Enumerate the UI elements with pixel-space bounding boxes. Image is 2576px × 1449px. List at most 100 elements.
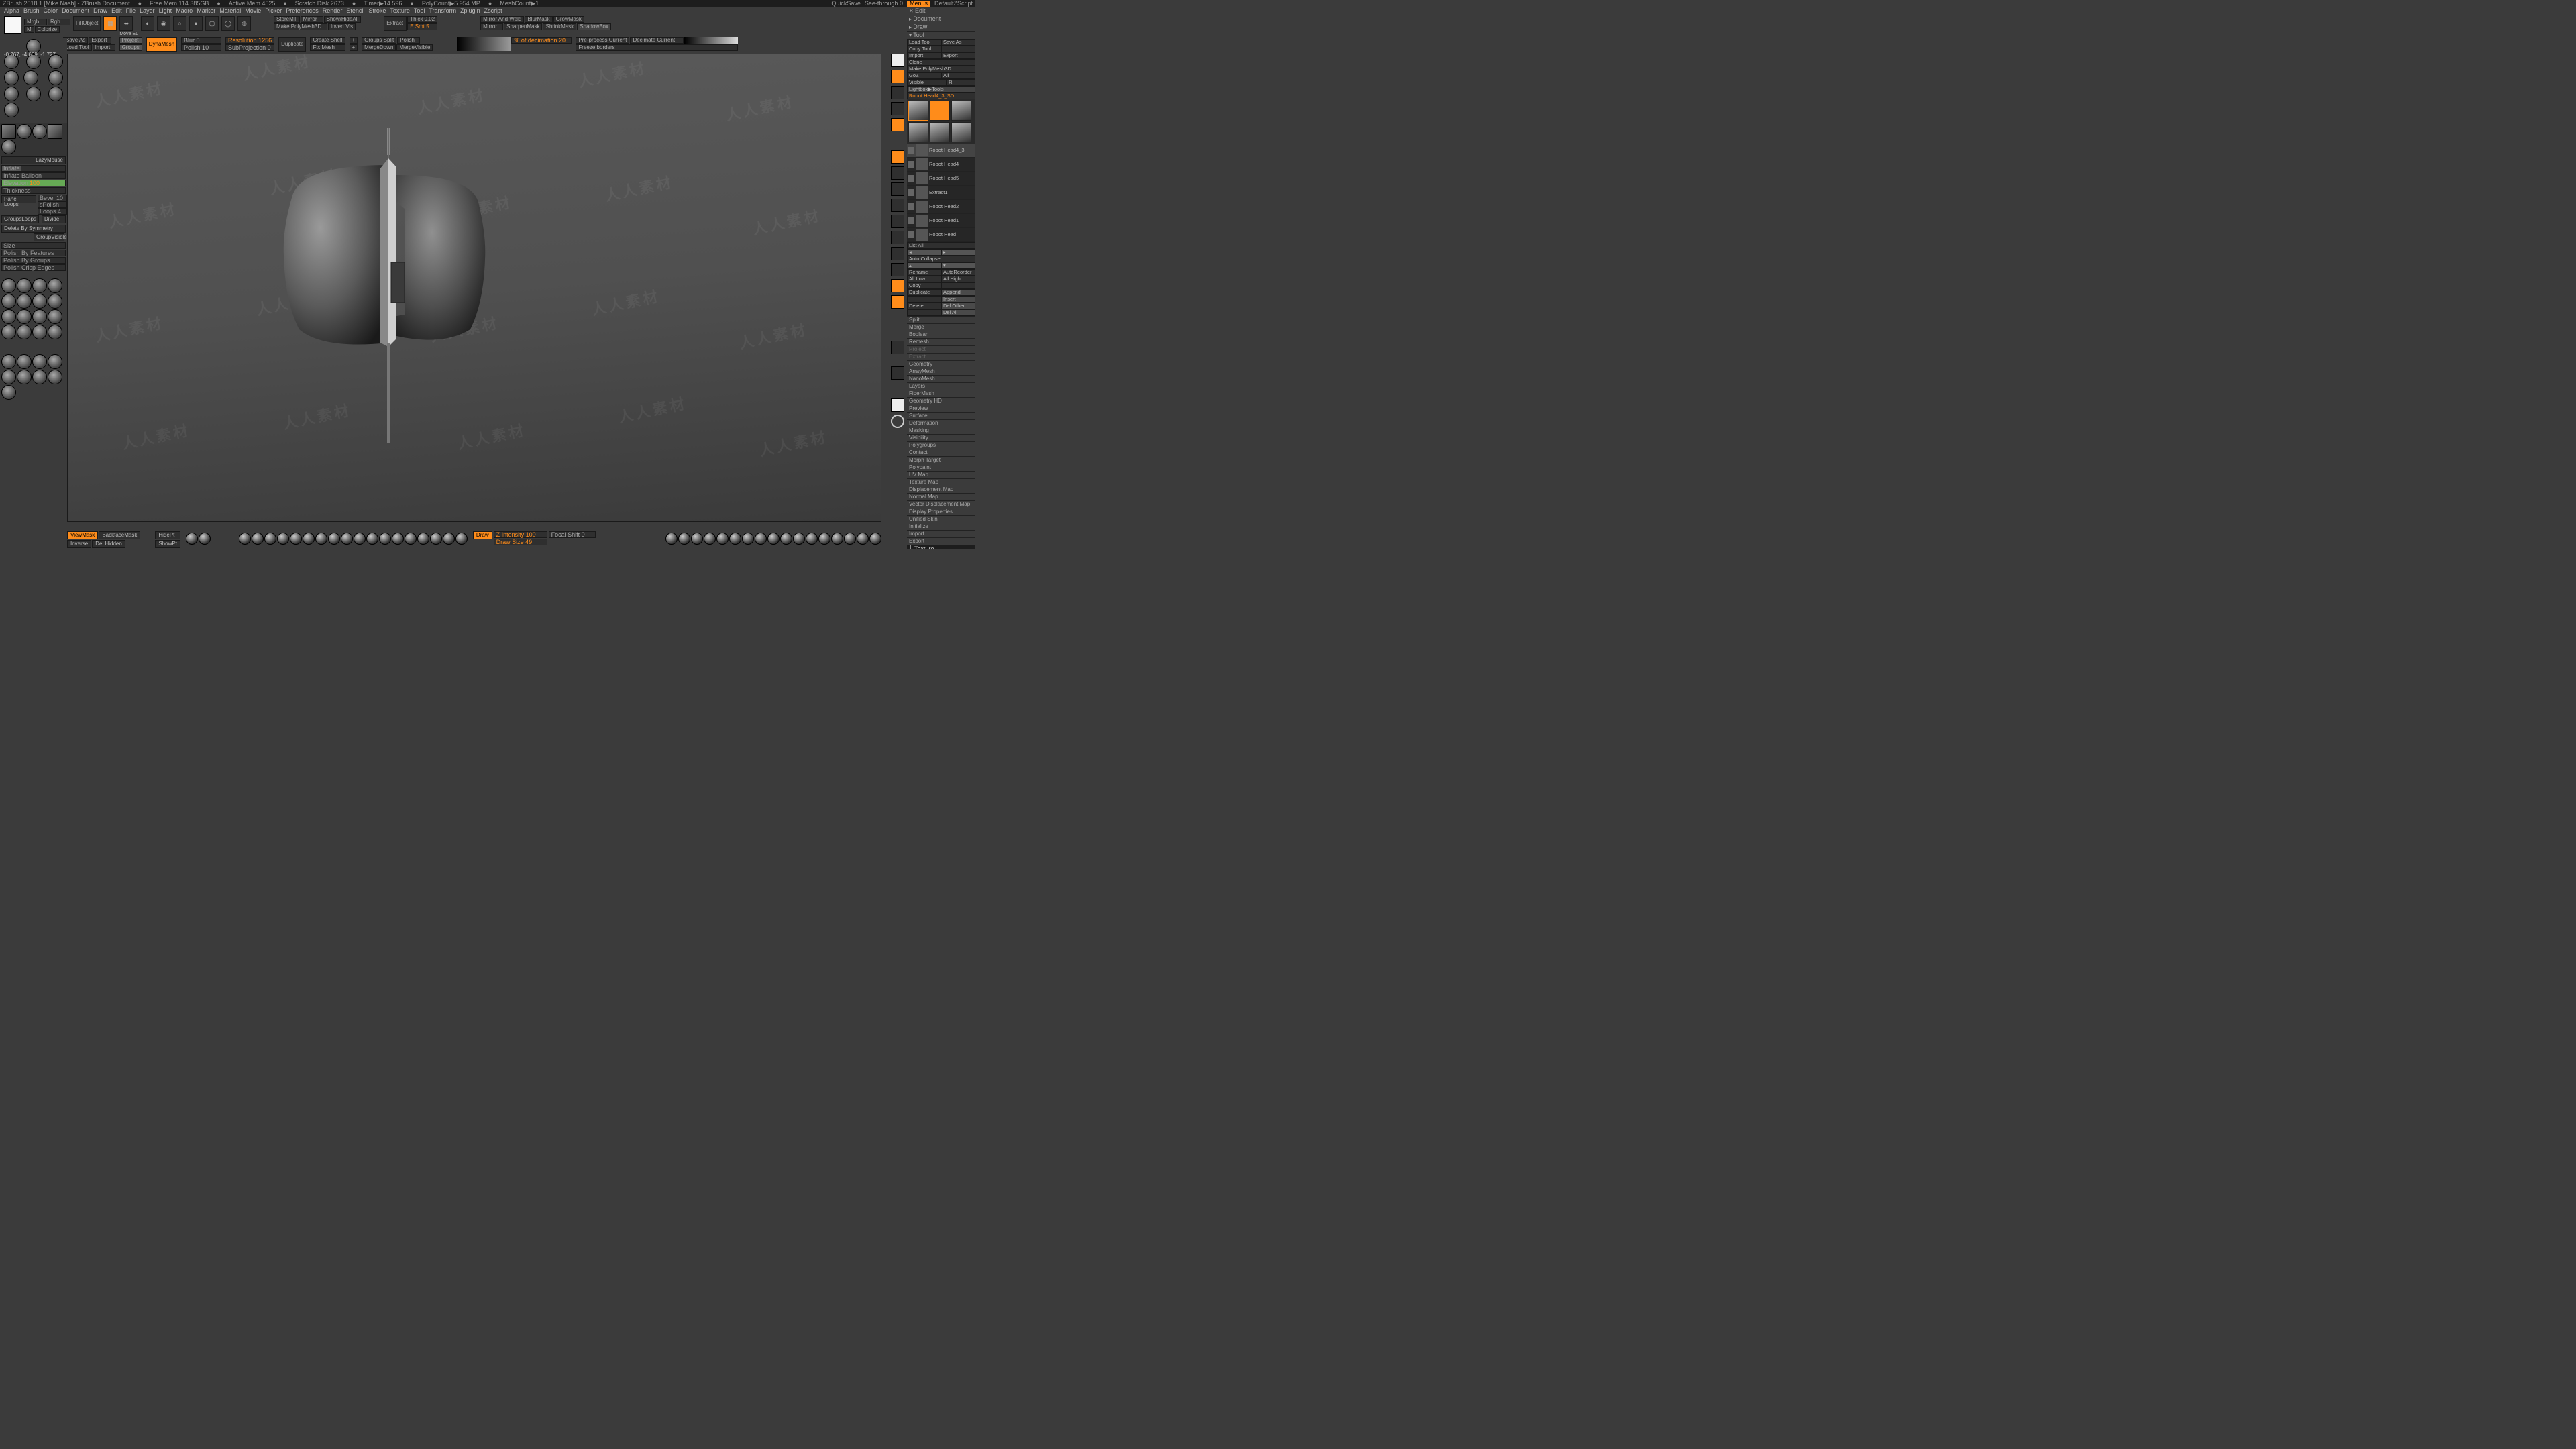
copytool-btn[interactable]: Copy Tool [907, 46, 941, 52]
panel-preview[interactable]: Preview [907, 405, 975, 412]
eye-icon[interactable] [908, 147, 914, 154]
append-btn[interactable]: Append [941, 289, 975, 296]
groupvisible-button[interactable]: GroupVisible [34, 233, 64, 241]
storemt-button[interactable]: StoreMT [274, 16, 300, 23]
growmask-button[interactable]: GrowMask [553, 16, 584, 23]
brush-trimlas[interactable] [32, 309, 47, 324]
panel-export[interactable]: Export [907, 537, 975, 545]
export-btn[interactable]: Export [941, 52, 975, 59]
hidept-btn[interactable]: HidePt [155, 531, 180, 539]
polish-crisp-slider[interactable]: Polish Crisp Edges [1, 264, 66, 271]
gizmo-move[interactable] [1, 124, 16, 139]
texture-header[interactable]: │ Texture [907, 545, 975, 549]
subtool-row[interactable]: Robot Head4 [907, 158, 975, 172]
menu-stencil[interactable]: Stencil [346, 8, 364, 14]
bottom-ball[interactable] [780, 533, 792, 545]
brush-slicecur[interactable] [17, 278, 32, 293]
eye-icon[interactable] [908, 217, 914, 224]
draw-header[interactable]: ▸ Draw [907, 23, 975, 31]
local-icon[interactable] [891, 118, 904, 131]
brush-clipcur[interactable] [48, 278, 62, 293]
mergevisible-button[interactable]: MergeVisible [396, 44, 433, 51]
quicksave[interactable]: QuickSave [831, 1, 861, 7]
bottom-brush[interactable] [328, 533, 340, 545]
paste-btn[interactable] [941, 282, 975, 289]
brush-trimrec[interactable] [17, 309, 32, 324]
menu-file[interactable]: File [126, 8, 136, 14]
goz-btn[interactable]: GoZ [907, 72, 941, 79]
draw-btn[interactable]: Draw [473, 531, 492, 539]
panel-vector-displacement-map[interactable]: Vector Displacement Map [907, 500, 975, 508]
elevation-slider[interactable]: Elevation 100 [1, 180, 66, 186]
mrgb-button[interactable]: Mrgb [24, 19, 47, 25]
subtool-row[interactable]: Robot Head5 [907, 172, 975, 186]
menu-stroke[interactable]: Stroke [368, 8, 386, 14]
brush-smooth1[interactable] [32, 325, 47, 339]
export-button[interactable]: Export [89, 37, 111, 44]
mirror-weld-button[interactable]: Mirror And Weld [480, 16, 524, 23]
bottom-ball[interactable] [199, 533, 211, 545]
tool-name[interactable]: Robot Head4_3_SD [907, 93, 975, 99]
visible-btn[interactable]: Visible [907, 79, 947, 86]
zrock-icon[interactable] [891, 263, 904, 276]
document-header[interactable]: ▸ Document [907, 15, 975, 23]
bottom-brush[interactable] [417, 533, 429, 545]
polish-button[interactable]: Polish [397, 37, 420, 44]
color-swatch[interactable] [4, 16, 21, 34]
panel-geometry[interactable]: Geometry [907, 360, 975, 368]
rgb-button[interactable]: Rgb [48, 19, 70, 25]
delother-btn[interactable]: Del Other [941, 303, 975, 309]
loadtool-btn[interactable]: Load Tool [907, 39, 941, 46]
rotate-icon[interactable] [891, 215, 904, 228]
move-icon[interactable] [891, 182, 904, 196]
see-through[interactable]: See-through 0 [865, 1, 903, 7]
autocollapse-btn[interactable]: Auto Collapse [907, 256, 975, 262]
all-btn[interactable]: All [941, 72, 975, 79]
bottom-ball[interactable] [729, 533, 741, 545]
bottom-ball[interactable] [767, 533, 780, 545]
bottom-brush[interactable] [264, 533, 276, 545]
panel-display-properties[interactable]: Display Properties [907, 508, 975, 515]
brush-boltpol[interactable] [32, 370, 47, 384]
createshell-button[interactable]: Create Shell [310, 37, 345, 44]
eye-icon[interactable] [908, 189, 914, 196]
lightbox-tools[interactable]: Lightbox▶Tools [907, 86, 975, 93]
boolean-header[interactable]: Boolean [907, 331, 975, 338]
panel-texture-map[interactable]: Texture Map [907, 478, 975, 486]
panel-surface[interactable]: Surface [907, 412, 975, 419]
brush-screwb[interactable] [17, 354, 32, 369]
panel-polypaint[interactable]: Polypaint [907, 464, 975, 471]
menu-zscript[interactable]: Zscript [484, 8, 502, 14]
brush-zmodeler[interactable] [48, 124, 62, 139]
eye-icon[interactable] [908, 231, 914, 238]
bevel-slider[interactable]: Bevel 10 [38, 195, 67, 201]
menu-edit[interactable]: Edit [111, 8, 122, 14]
subtool-row[interactable]: Extract1 [907, 186, 975, 200]
panel-deformation[interactable]: Deformation [907, 419, 975, 427]
bottom-ball[interactable] [857, 533, 869, 545]
tool-thumb-1[interactable] [930, 101, 950, 121]
eye-icon[interactable] [908, 175, 914, 182]
gizmo-icon[interactable]: ▦ [103, 16, 117, 31]
resolution-slider[interactable]: Resolution 1256 [225, 37, 274, 44]
brush-inserth[interactable] [1, 354, 16, 369]
fillobject-button[interactable]: FillObject [73, 16, 101, 31]
brush-screwb2[interactable] [1, 370, 16, 384]
bottom-brush[interactable] [405, 533, 417, 545]
clone-btn[interactable]: Clone [907, 59, 975, 66]
sphere-preview-icon[interactable] [891, 231, 904, 244]
mask-cavity-icon[interactable]: ◉ [157, 16, 170, 31]
menu-preferences[interactable]: Preferences [286, 8, 319, 14]
delhidden-btn[interactable]: Del Hidden [92, 540, 125, 548]
bottom-brush[interactable] [341, 533, 353, 545]
extract-header[interactable]: Extract [907, 353, 975, 360]
brush-creasep[interactable] [1, 309, 16, 324]
edit-header[interactable]: ✕ Edit [907, 7, 975, 15]
panel-displacement-map[interactable]: Displacement Map [907, 486, 975, 493]
ao-icon[interactable]: ● [189, 16, 203, 31]
brush-curveco[interactable] [48, 87, 63, 101]
xyz-icon[interactable] [891, 166, 904, 180]
scale-icon[interactable] [891, 199, 904, 212]
brush-curvetrpen[interactable] [17, 124, 32, 139]
dynamesh-button[interactable]: DynaMesh [146, 37, 177, 52]
